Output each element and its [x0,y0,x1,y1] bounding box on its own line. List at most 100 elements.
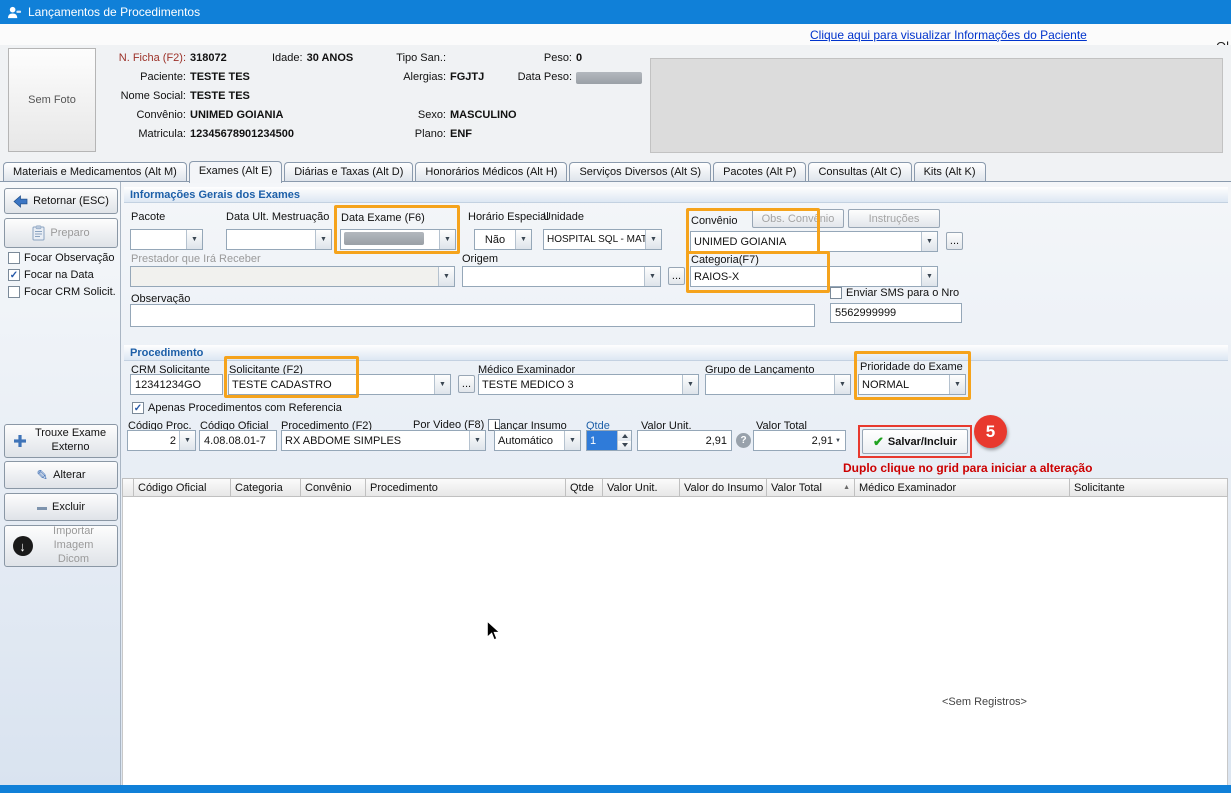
grupo-lancamento-select[interactable]: ▼ [705,374,851,395]
checkbox-box [8,252,20,264]
chevron-down-icon: ▼ [835,438,841,444]
tab-materiais-medicamentos[interactable]: Materiais e Medicamentos (Alt M) [3,162,187,182]
tab-honorarios-medicos[interactable]: Honorários Médicos (Alt H) [415,162,567,182]
data-exame-label: Data Exame (F6) [341,212,425,224]
column-header-medico-examinador[interactable]: Médico Examinador [855,478,1070,497]
grid-empty-text: <Sem Registros> [942,696,1027,708]
patient-info-link[interactable]: Clique aqui para visualizar Informações … [810,28,1087,42]
apenas-referencia-checkbox[interactable]: ✓ Apenas Procedimentos com Referencia [132,402,342,414]
field-peso: Peso: 0 [500,52,582,64]
unidade-select[interactable]: HOSPITAL SQL - MATRIZ ▼ [543,229,662,250]
tab-consultas[interactable]: Consultas (Alt C) [808,162,911,182]
tab-pacotes[interactable]: Pacotes (Alt P) [713,162,806,182]
data-ult-mestruacao-select[interactable]: ▼ [226,229,332,250]
horario-especial-label: Horário Especial [468,211,549,223]
chevron-down-icon: ▼ [834,375,850,394]
data-ult-label: Data Ult. Mestruação [226,211,329,223]
obs-convenio-button[interactable]: Obs. Convênio [752,209,844,228]
instrucoes-button[interactable]: Instruções [848,209,940,228]
column-header-valor-total[interactable]: Valor Total ▲ [767,478,855,497]
column-header-categoria[interactable]: Categoria [231,478,301,497]
retornar-button[interactable]: Retornar (ESC) [4,188,118,214]
origem-label: Origem [462,253,498,265]
categoria-select[interactable]: RAIOS-X ▼ [690,266,938,287]
valor-total-input[interactable]: 2,91 ▼ [753,430,846,451]
grid-indicator-column [122,478,134,497]
column-header-codigo-oficial[interactable]: Código Oficial [134,478,231,497]
field-alergias: Alergias: FGJTJ [378,71,484,83]
focar-na-data-checkbox[interactable]: ✓ Focar na Data [8,269,94,281]
enviar-sms-checkbox[interactable]: Enviar SMS para o Nro [830,287,959,299]
salvar-incluir-button[interactable]: ✔ Salvar/Incluir [862,429,968,454]
bottom-bar [0,785,1231,793]
section-header-procedimento: Procedimento [124,345,1228,361]
chevron-down-icon: ▼ [434,375,450,394]
qtde-stepper[interactable]: 1 [586,430,632,451]
convenio-browse-button[interactable]: ... [946,232,963,250]
column-header-solicitante[interactable]: Solicitante [1070,478,1228,497]
procedimento-select[interactable]: RX ABDOME SIMPLES ▼ [281,430,486,451]
pacote-select[interactable]: ▼ [130,229,203,250]
help-icon[interactable]: ? [736,433,751,448]
importar-dicom-button[interactable]: ↓ Importar Imagem Dicom [4,525,118,567]
prioridade-label: Prioridade do Exame [860,361,963,373]
field-idade: Idade: 30 ANOS [272,52,353,64]
focar-crm-checkbox[interactable]: Focar CRM Solicit. [8,286,116,298]
patient-extra-panel [650,58,1223,153]
trouxe-exame-externo-button[interactable]: Trouxe Exame Externo [4,424,118,458]
codigo-proc-select[interactable]: 2 ▼ [127,430,196,451]
column-header-qtde[interactable]: Qtde [566,478,603,497]
external-exam-icon [13,434,27,448]
spin-up-icon[interactable] [618,431,631,441]
valor-unit-input[interactable]: 2,91 [637,430,732,451]
field-matricula: Matricula: 12345678901234500 [100,128,294,140]
annotation-step-badge: 5 [974,415,1007,448]
back-arrow-icon [13,195,28,208]
prestador-select[interactable]: ▼ [130,266,455,287]
origem-browse-button[interactable]: ... [668,267,685,285]
column-header-procedimento[interactable]: Procedimento [366,478,566,497]
checkbox-box [8,286,20,298]
sort-asc-icon: ▲ [843,484,850,491]
codigo-oficial-input[interactable]: 4.08.08.01-7 [199,430,277,451]
tab-strip: Materiais e Medicamentos (Alt M) Exames … [3,158,988,182]
tab-exames[interactable]: Exames (Alt E) [189,161,282,183]
solicitante-browse-button[interactable]: ... [458,375,475,393]
focar-observacao-checkbox[interactable]: Focar Observação [8,252,114,264]
save-check-icon: ✔ [873,434,884,450]
pencil-icon: ✎ [36,467,48,484]
spin-down-icon[interactable] [618,441,631,451]
column-header-valor-unit[interactable]: Valor Unit. [603,478,680,497]
preparo-button[interactable]: Preparo [4,218,118,248]
sms-number-input[interactable]: 5562999999 [830,303,962,323]
tab-kits[interactable]: Kits (Alt K) [914,162,986,182]
chevron-down-icon: ▼ [439,230,455,249]
origem-select[interactable]: ▼ [462,266,661,287]
horario-especial-select[interactable]: Não ▼ [474,229,532,250]
solicitante-select[interactable]: TESTE CADASTRO ▼ [228,374,451,395]
medico-examinador-select[interactable]: TESTE MEDICO 3 ▼ [478,374,699,395]
column-header-convenio[interactable]: Convênio [301,478,366,497]
chevron-down-icon: ▼ [682,375,698,394]
lancar-insumo-select[interactable]: Automático ▼ [494,430,581,451]
field-nome-social: Nome Social: TESTE TES [100,90,250,102]
redacted-value [344,232,424,245]
prioridade-select[interactable]: NORMAL ▼ [858,374,966,395]
column-header-valor-insumo[interactable]: Valor do Insumo [680,478,767,497]
observacao-input[interactable] [130,304,815,327]
crm-solicitante-input[interactable]: 12341234GO [130,374,223,395]
convenio-select[interactable]: UNIMED GOIANIA ▼ [690,231,938,252]
field-convenio: Convênio: UNIMED GOIANIA [100,109,284,121]
chevron-down-icon: ▼ [921,232,937,251]
results-grid[interactable] [122,497,1228,785]
download-circle-icon: ↓ [13,536,33,556]
chevron-down-icon: ▼ [179,431,195,450]
tab-servicos-diversos[interactable]: Serviços Diversos (Alt S) [569,162,711,182]
clipboard-icon [32,225,45,241]
patient-photo-placeholder: Sem Foto [8,48,96,152]
alterar-button[interactable]: ✎ Alterar [4,461,118,489]
tab-diarias-taxas[interactable]: Diárias e Taxas (Alt D) [284,162,413,182]
excluir-button[interactable]: ▬ Excluir [4,493,118,521]
data-exame-select[interactable]: ▼ [340,229,456,250]
field-data-peso: Data Peso: [500,71,642,84]
